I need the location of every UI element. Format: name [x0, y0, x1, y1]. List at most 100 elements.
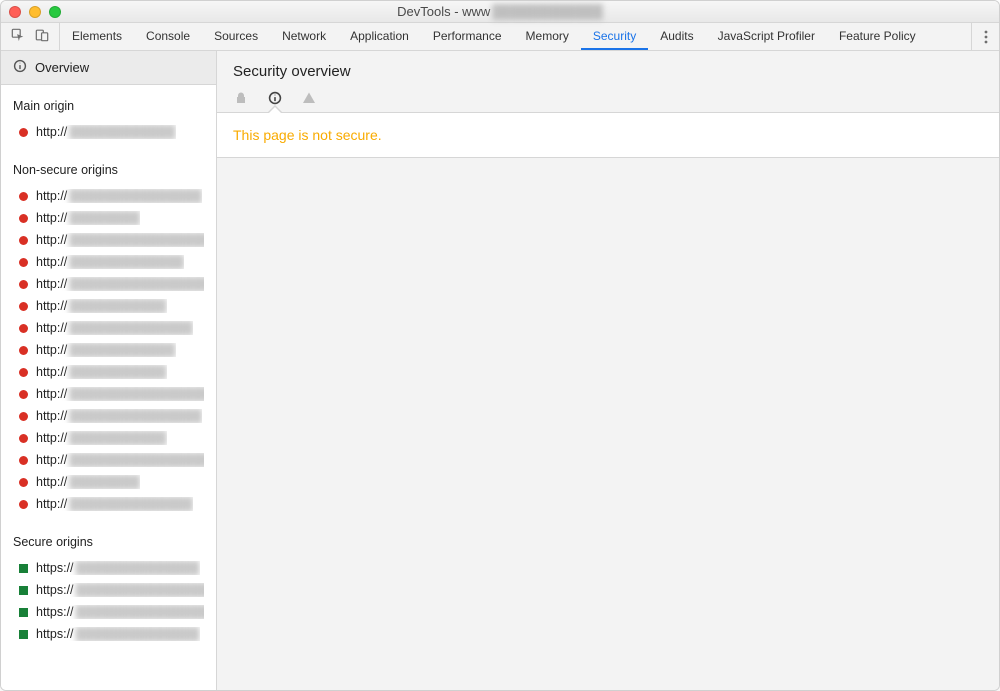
security-message-panel: This page is not secure.	[217, 112, 999, 158]
origin-url: http://███████████████	[36, 189, 202, 203]
minimize-window-button[interactable]	[29, 6, 41, 18]
tab-application[interactable]: Application	[338, 23, 421, 50]
origin-host-redacted: ███████████	[69, 431, 166, 445]
origin-url: http://██████████████████	[36, 233, 204, 247]
origin-item[interactable]: http://████████████	[1, 121, 216, 143]
insecure-indicator-icon	[19, 390, 28, 399]
origin-item[interactable]: http://█████████████	[1, 251, 216, 273]
origin-scheme: https://	[36, 561, 74, 575]
origin-url: http://██████████████████	[36, 387, 204, 401]
tab-elements[interactable]: Elements	[60, 23, 134, 50]
origin-scheme: http://	[36, 233, 67, 247]
zoom-window-button[interactable]	[49, 6, 61, 18]
tab-network[interactable]: Network	[270, 23, 338, 50]
origin-scheme: http://	[36, 343, 67, 357]
lock-icon[interactable]	[233, 90, 249, 106]
device-toolbar-icon[interactable]	[35, 28, 49, 45]
origin-host-redacted: ██████████████████	[69, 453, 204, 467]
close-window-button[interactable]	[9, 6, 21, 18]
security-indicator-row	[233, 90, 983, 112]
origin-item[interactable]: http://███████████████	[1, 185, 216, 207]
insecure-indicator-icon	[19, 500, 28, 509]
tab-performance[interactable]: Performance	[421, 23, 514, 50]
origin-item[interactable]: http://██████████████████	[1, 383, 216, 405]
origin-host-redacted: ██████████████	[69, 321, 193, 335]
select-element-icon[interactable]	[11, 28, 25, 45]
security-message: This page is not secure.	[233, 127, 983, 143]
tab-javascript-profiler[interactable]: JavaScript Profiler	[706, 23, 827, 50]
tab-memory[interactable]: Memory	[514, 23, 581, 50]
tab-audits[interactable]: Audits	[648, 23, 705, 50]
insecure-indicator-icon	[19, 456, 28, 465]
insecure-indicator-icon	[19, 236, 28, 245]
origin-url: http://███████████	[36, 299, 167, 313]
origin-item[interactable]: http://███████████	[1, 295, 216, 317]
warning-icon[interactable]	[301, 90, 317, 106]
insecure-indicator-icon	[19, 258, 28, 267]
origin-host-redacted: ██████████████	[69, 497, 193, 511]
origin-host-redacted: ████████████████	[76, 583, 204, 597]
origin-scheme: http://	[36, 299, 67, 313]
tab-feature-policy[interactable]: Feature Policy	[827, 23, 928, 50]
origin-item[interactable]: http://██████████████	[1, 493, 216, 515]
tab-security[interactable]: Security	[581, 23, 648, 50]
origin-item[interactable]: https://████████████████	[1, 579, 216, 601]
insecure-indicator-icon	[19, 434, 28, 443]
origin-item[interactable]: http://███████████	[1, 361, 216, 383]
origin-scheme: http://	[36, 431, 67, 445]
insecure-indicator-icon	[19, 368, 28, 377]
origin-scheme: http://	[36, 125, 67, 139]
insecure-indicator-icon	[19, 214, 28, 223]
tab-console[interactable]: Console	[134, 23, 202, 50]
insecure-indicator-icon	[19, 192, 28, 201]
origin-host-redacted: ███████████████████	[76, 605, 204, 619]
sidebar-overview-row[interactable]: Overview	[1, 51, 216, 85]
origin-item[interactable]: http://████████	[1, 471, 216, 493]
tab-sources[interactable]: Sources	[202, 23, 270, 50]
origin-host-redacted: ███████████	[69, 365, 166, 379]
sidebar-overview-label: Overview	[35, 60, 89, 75]
origin-item[interactable]: http://██████████████	[1, 317, 216, 339]
origin-item[interactable]: http://██████████████████	[1, 449, 216, 471]
insecure-indicator-icon	[19, 324, 28, 333]
window-title-text: DevTools - www	[397, 4, 490, 19]
info-icon[interactable]	[267, 90, 283, 106]
origin-url: https://██████████████	[36, 627, 200, 641]
traffic-lights	[9, 6, 61, 18]
secure-indicator-icon	[19, 586, 28, 595]
origin-url: http://██████████████	[36, 321, 193, 335]
insecure-indicator-icon	[19, 346, 28, 355]
origin-url: http://████████	[36, 475, 140, 489]
origin-url: http://████████████████	[36, 277, 204, 291]
origin-host-redacted: ████████	[69, 475, 140, 489]
origin-scheme: http://	[36, 255, 67, 269]
origin-host-redacted: ███████████	[69, 299, 166, 313]
origin-item[interactable]: http://████████	[1, 207, 216, 229]
origin-host-redacted: ████████████████	[69, 277, 204, 291]
origin-item[interactable]: http://████████████	[1, 339, 216, 361]
origin-scheme: http://	[36, 475, 67, 489]
origin-item[interactable]: http://████████████████	[1, 273, 216, 295]
security-content: Security overview This page is not secur…	[217, 51, 999, 690]
origin-item[interactable]: https://███████████████████	[1, 601, 216, 623]
origin-scheme: http://	[36, 211, 67, 225]
origin-url: http://█████████████	[36, 255, 184, 269]
origin-item[interactable]: http://██████████████████	[1, 229, 216, 251]
sidebar-section-title: Non-secure origins	[1, 149, 216, 183]
origin-item[interactable]: https://██████████████	[1, 623, 216, 645]
window-title: DevTools - www████████████	[1, 4, 999, 19]
origin-item[interactable]: http://███████████	[1, 427, 216, 449]
origin-url: http://██████████████	[36, 497, 193, 511]
secure-indicator-icon	[19, 564, 28, 573]
insecure-indicator-icon	[19, 280, 28, 289]
origin-item[interactable]: http://███████████████	[1, 405, 216, 427]
panel-tabs: ElementsConsoleSourcesNetworkApplication…	[60, 23, 928, 50]
origin-host-redacted: ██████████████	[76, 627, 200, 641]
insecure-indicator-icon	[19, 478, 28, 487]
origin-scheme: http://	[36, 189, 67, 203]
secure-indicator-icon	[19, 630, 28, 639]
more-options-button[interactable]	[971, 23, 999, 50]
insecure-indicator-icon	[19, 302, 28, 311]
origin-host-redacted: ███████████████	[69, 409, 202, 423]
origin-item[interactable]: https://██████████████	[1, 557, 216, 579]
